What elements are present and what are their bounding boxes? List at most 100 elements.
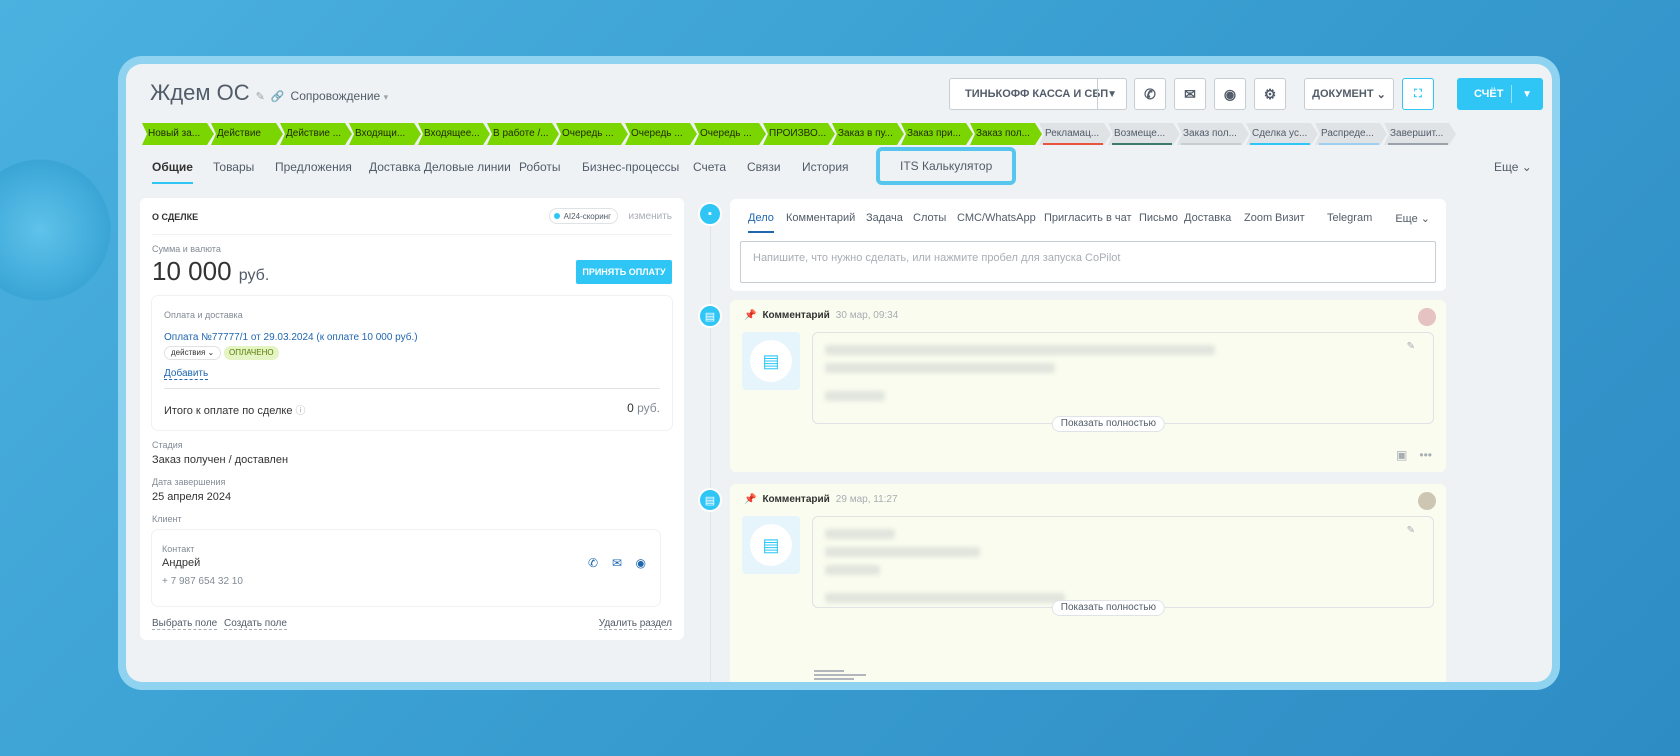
stage-item[interactable]: Действие ...	[280, 123, 352, 145]
contact-name[interactable]: Андрей	[162, 557, 200, 569]
tab-links[interactable]: Связи	[747, 160, 781, 174]
pin-icon[interactable]: 📌	[744, 310, 756, 321]
add-payment-link[interactable]: Добавить	[164, 368, 209, 380]
tab-products[interactable]: Товары	[213, 160, 254, 174]
comment-text[interactable]: ✎	[812, 516, 1434, 608]
deal-title[interactable]: Ждем ОС	[150, 80, 250, 106]
chevron-down-icon: ▾	[383, 92, 389, 102]
composer-tab[interactable]: Доставка	[1184, 212, 1231, 224]
composer-tab[interactable]: Задача	[866, 212, 903, 224]
create-field-link[interactable]: Создать поле	[224, 618, 287, 630]
invoice-button[interactable]: СЧЁТ ▼	[1457, 78, 1543, 110]
tab-offers[interactable]: Предложения	[275, 160, 352, 174]
stage-label: Очередь ...	[631, 128, 683, 139]
tab-delivery[interactable]: Доставка Деловые линии	[369, 160, 511, 174]
change-link[interactable]: изменить	[628, 211, 672, 222]
stage-item[interactable]: Сделка ус...	[1246, 123, 1318, 145]
stage-color-bar	[1319, 143, 1379, 145]
composer-tab[interactable]: Дело	[748, 212, 774, 233]
stage-color-bar	[1043, 143, 1103, 145]
stage-item[interactable]: Завершит...	[1384, 123, 1456, 145]
fullscreen-icon[interactable]: ⛶	[1402, 78, 1434, 110]
mail-icon[interactable]: ✉	[1174, 78, 1206, 110]
composer-tab[interactable]: Telegram	[1327, 212, 1372, 224]
composer-tab[interactable]: Визит	[1275, 212, 1305, 224]
messenger-icon[interactable]: ◉	[636, 556, 646, 570]
tab-bizproc[interactable]: Бизнес-процессы	[582, 160, 679, 174]
chevron-down-icon[interactable]: ▼	[1522, 89, 1532, 100]
tab-invoices[interactable]: Счета	[693, 160, 726, 174]
pin-icon[interactable]: 📌	[744, 494, 756, 505]
note-icon[interactable]: ▣	[1396, 448, 1407, 462]
composer-tab[interactable]: Письмо	[1139, 212, 1178, 224]
payment-block: Оплата и доставка Оплата №77777/1 от 29.…	[152, 296, 672, 430]
pipeline-selector[interactable]: Сопровождение ▾	[291, 89, 389, 103]
stage-item[interactable]: Заказ пол...	[1177, 123, 1249, 145]
stage-item[interactable]: Заказ при...	[901, 123, 973, 145]
stage-item[interactable]: Очередь ...	[625, 123, 697, 145]
stage-item[interactable]: Входящи...	[349, 123, 421, 145]
tab-general[interactable]: Общие	[152, 160, 193, 184]
composer-tab[interactable]: СМС/WhatsApp	[957, 212, 1036, 224]
activity-input[interactable]: Напишите, что нужно сделать, или нажмите…	[740, 241, 1436, 283]
stage-item[interactable]: Очередь ...	[556, 123, 628, 145]
tab-history[interactable]: История	[802, 160, 849, 174]
pipeline-label: Сопровождение	[290, 89, 381, 103]
tab-robots[interactable]: Роботы	[519, 160, 561, 174]
stage-item[interactable]: Заказ пол...	[970, 123, 1042, 145]
mail-icon[interactable]: ✉	[612, 556, 622, 570]
show-full-button[interactable]: Показать полностью	[1051, 600, 1166, 616]
accept-payment-button[interactable]: ПРИНЯТЬ ОПЛАТУ	[576, 260, 672, 284]
select-field-link[interactable]: Выбрать поле	[152, 618, 218, 630]
link-icon[interactable]: 🔗	[271, 90, 285, 103]
phone-icon[interactable]: ✆	[1134, 78, 1166, 110]
stage-item[interactable]: Новый за...	[142, 123, 214, 145]
delete-section-link[interactable]: Удалить раздел	[598, 618, 672, 630]
stage-item[interactable]: В работе /...	[487, 123, 559, 145]
close-date-value: 25 апреля 2024	[152, 491, 232, 503]
messenger-icon[interactable]: ◉	[1214, 78, 1246, 110]
contact-phone[interactable]: + 7 987 654 32 10	[162, 576, 243, 587]
comment-header: 📌 Комментарий 29 мар, 11:27	[744, 494, 898, 505]
stage-item[interactable]: Распреде...	[1315, 123, 1387, 145]
gear-icon[interactable]: ⚙	[1254, 78, 1286, 110]
payment-link[interactable]: Оплата №77777/1 от 29.03.2024 (к оплате …	[164, 332, 418, 343]
tinkoff-kassa-button[interactable]: ТИНЬКОФФ КАССА И СБП ▼	[949, 78, 1127, 110]
stage-item[interactable]: Входящее...	[418, 123, 490, 145]
actions-dropdown[interactable]: действия ⌄	[164, 346, 222, 360]
stage-item[interactable]: Действие	[211, 123, 283, 145]
avatar[interactable]	[1418, 308, 1436, 326]
more-icon[interactable]: •••	[1419, 448, 1432, 462]
comment-icon: ▤	[698, 304, 722, 328]
pencil-icon[interactable]: ✎	[1407, 341, 1415, 352]
stage-item[interactable]: Рекламац...	[1039, 123, 1111, 145]
timeline-line	[710, 210, 711, 682]
tab-its-calculator[interactable]: ITS Калькулятор	[876, 147, 1017, 185]
stage-item[interactable]: Очередь ...	[694, 123, 766, 145]
phone-icon[interactable]: ✆	[588, 556, 598, 570]
ai-scoring-button[interactable]: AI24-скоринг	[548, 208, 618, 224]
stage-label: Действие	[217, 128, 261, 139]
composer-more[interactable]: Еще ⌄	[1395, 212, 1430, 225]
pencil-icon[interactable]: ✎	[1407, 525, 1415, 536]
chevron-down-icon[interactable]: ▼	[1107, 89, 1117, 100]
comment-time: 30 мар, 09:34	[835, 310, 899, 321]
stage-label: Завершит...	[1390, 128, 1444, 139]
composer-tab[interactable]: Пригласить в чат	[1044, 212, 1132, 224]
help-icon[interactable]: ⓘ	[296, 406, 306, 417]
comment-text[interactable]: ✎	[812, 332, 1434, 424]
stage-item[interactable]: Возмеще...	[1108, 123, 1180, 145]
deal-amount: 10 000 руб.	[152, 256, 269, 287]
composer-tab[interactable]: Комментарий	[786, 212, 855, 224]
document-label: ДОКУМЕНТ	[1312, 88, 1374, 100]
composer-tab[interactable]: Слоты	[913, 212, 946, 224]
avatar[interactable]	[1418, 492, 1436, 510]
stage-item[interactable]: ПРОИЗВО...	[763, 123, 835, 145]
attachment-thumbnail[interactable]	[814, 670, 866, 682]
show-full-button[interactable]: Показать полностью	[1051, 416, 1166, 432]
composer-tab[interactable]: Zoom	[1244, 212, 1272, 224]
edit-icon[interactable]: ✎	[256, 90, 265, 103]
tab-more[interactable]: Еще ⌄	[1494, 160, 1532, 174]
document-button[interactable]: ДОКУМЕНТ ⌄	[1304, 78, 1394, 110]
stage-item[interactable]: Заказ в пу...	[832, 123, 904, 145]
